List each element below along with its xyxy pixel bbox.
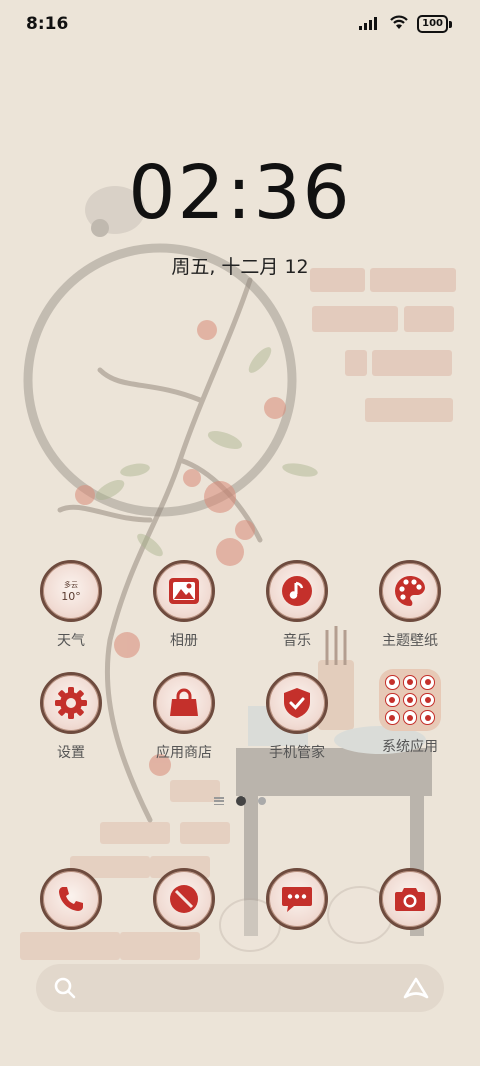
app-store[interactable]: 应用商店 <box>134 672 234 762</box>
search-icon[interactable] <box>54 977 76 1003</box>
gallery-icon <box>153 560 215 622</box>
app-label-app-store: 应用商店 <box>156 745 212 761</box>
themes-icon <box>379 560 441 622</box>
assistant-icon[interactable] <box>402 976 430 1004</box>
app-system-folder[interactable]: 系统应用 <box>360 669 460 756</box>
weather-condition: 多云 <box>64 580 78 589</box>
app-weather[interactable]: 多云 10° 天气 <box>21 560 121 650</box>
battery-icon: 100 <box>417 15 452 33</box>
security-icon <box>266 672 328 734</box>
system-apps-folder <box>379 669 441 731</box>
browser-icon <box>153 868 215 930</box>
dock-browser[interactable] <box>134 868 234 930</box>
weather-icon: 多云 10° <box>40 560 102 622</box>
page-dot[interactable] <box>258 797 266 805</box>
clock-widget[interactable]: 02:36 <box>0 150 480 236</box>
app-themes[interactable]: 主题壁纸 <box>360 560 460 650</box>
signal-icon <box>359 15 381 34</box>
feed-page-indicator[interactable] <box>214 797 224 805</box>
camera-icon <box>379 868 441 930</box>
date-label[interactable]: 周五, 十二月 12 <box>0 252 480 279</box>
status-bar: 8:16 100 <box>0 0 480 50</box>
dock-phone[interactable] <box>21 868 121 930</box>
app-label-system-apps: 系统应用 <box>382 739 438 755</box>
app-gallery[interactable]: 相册 <box>134 560 234 650</box>
dock-camera[interactable] <box>360 868 460 930</box>
battery-level: 100 <box>417 15 448 33</box>
app-label-music: 音乐 <box>283 633 311 649</box>
phone-icon <box>40 868 102 930</box>
music-icon <box>266 560 328 622</box>
dock-messages[interactable] <box>247 868 347 930</box>
page-dot-active[interactable] <box>236 796 246 806</box>
messages-icon <box>266 868 328 930</box>
weather-temperature: 10° <box>61 589 81 603</box>
app-label-weather: 天气 <box>57 633 85 649</box>
status-icons: 100 <box>359 14 452 34</box>
app-label-gallery: 相册 <box>170 633 198 649</box>
wifi-icon <box>389 14 409 34</box>
app-label-themes: 主题壁纸 <box>382 633 438 649</box>
app-settings[interactable]: 设置 <box>21 672 121 762</box>
app-store-icon <box>153 672 215 734</box>
page-indicator[interactable] <box>0 796 480 806</box>
app-label-security: 手机管家 <box>269 745 325 761</box>
search-bar[interactable] <box>36 964 444 1012</box>
app-security[interactable]: 手机管家 <box>247 672 347 762</box>
status-time: 8:16 <box>26 14 69 34</box>
settings-icon <box>40 672 102 734</box>
app-label-settings: 设置 <box>57 745 85 761</box>
app-music[interactable]: 音乐 <box>247 560 347 650</box>
